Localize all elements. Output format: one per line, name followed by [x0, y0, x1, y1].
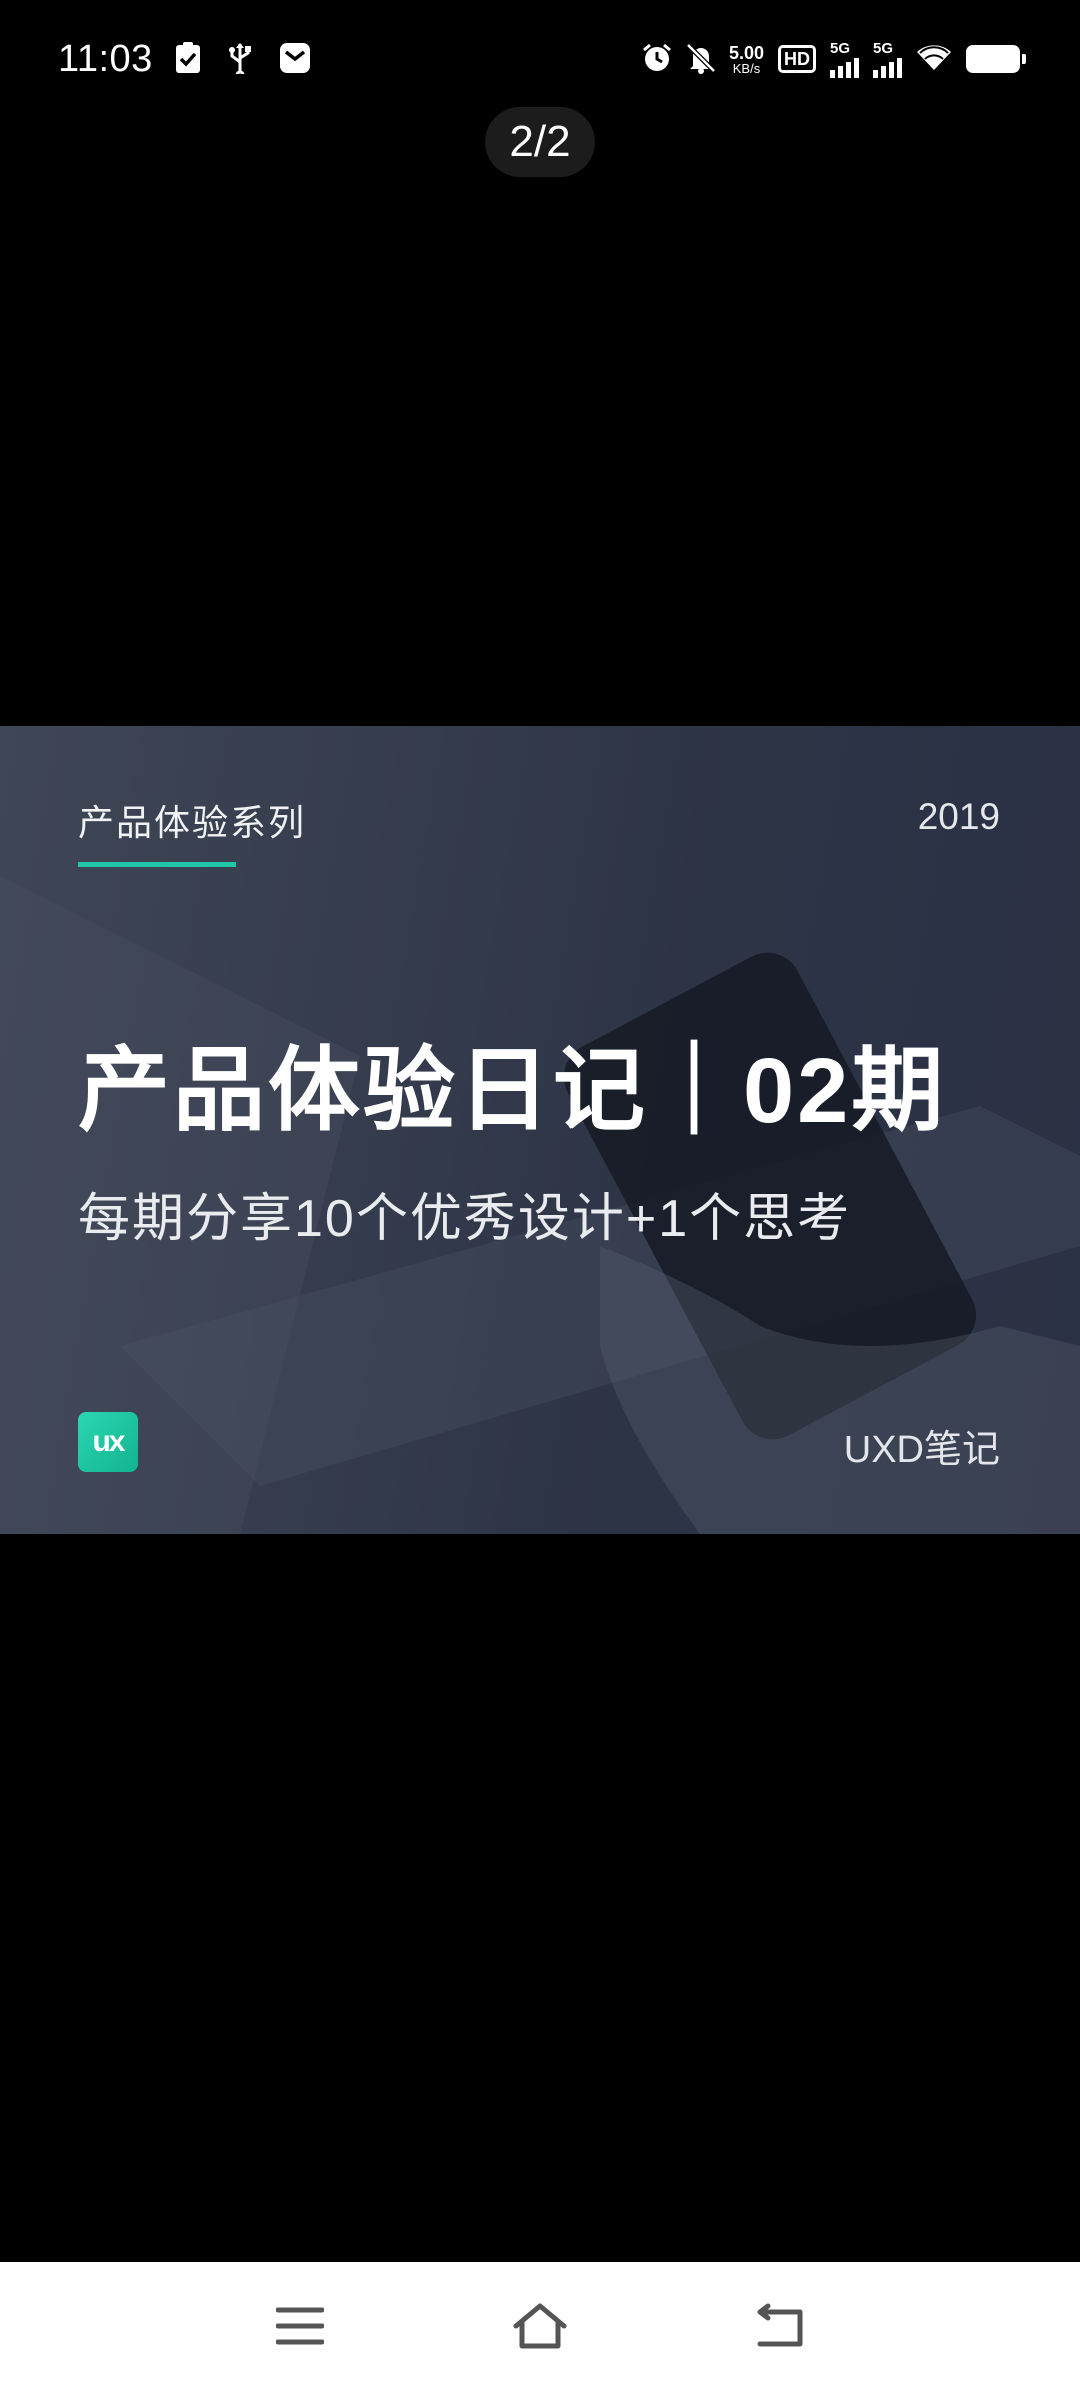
series-label: 产品体验系列 [78, 802, 307, 843]
cover-subtitle: 每期分享10个优秀设计+1个思考 [78, 1190, 852, 1248]
alarm-icon [641, 42, 671, 76]
wifi-icon [916, 42, 952, 76]
year-label: 2019 [917, 796, 1000, 837]
uxd-logo: ux [78, 1412, 138, 1472]
back-icon [757, 2303, 803, 2347]
checklist-icon [175, 42, 205, 76]
clock: 11:03 [58, 37, 153, 80]
page-counter: 2/2 [485, 107, 595, 177]
brand-name: UXD笔记 [843, 1429, 1000, 1471]
article-cover-image[interactable]: 产品体验系列 2019 产品体验日记｜02期 每期分享10个优秀设计+1个思考 … [0, 726, 1080, 1534]
message-icon [279, 42, 310, 76]
network-speed-value: 5.00 [728, 42, 764, 63]
hd-voice-badge: HD [778, 45, 816, 73]
network-speed: 5.00 KB/s [729, 44, 764, 75]
mute-icon [685, 42, 716, 76]
status-bar: 11:03 5.00 KB/s HD 5G 5G [0, 0, 1080, 118]
network-speed-unit: KB/s [732, 60, 761, 76]
menu-icon [276, 2307, 324, 2345]
home-button[interactable] [508, 2294, 572, 2358]
image-viewer-screen: 11:03 5.00 KB/s HD 5G 5G 2/2 产品体验系列 2019… [0, 0, 1080, 2388]
home-icon [513, 2303, 567, 2349]
signal-bars-icon [830, 57, 859, 78]
signal-bars-icon [873, 57, 902, 78]
system-navigation-bar [0, 2262, 1080, 2388]
back-button[interactable] [748, 2294, 812, 2358]
battery-icon [966, 45, 1026, 73]
cover-title: 产品体验日记｜02期 [78, 1040, 947, 1142]
status-bar-left: 11:03 [58, 37, 310, 81]
sim2-network-type: 5G [873, 39, 894, 57]
status-bar-right: 5.00 KB/s HD 5G 5G [641, 41, 1026, 78]
menu-button[interactable] [268, 2294, 332, 2358]
signal-sim2: 5G [873, 41, 902, 78]
usb-icon [227, 42, 257, 80]
series-underline [78, 862, 236, 867]
sim1-network-type: 5G [830, 39, 851, 57]
signal-sim1: 5G [830, 41, 859, 78]
